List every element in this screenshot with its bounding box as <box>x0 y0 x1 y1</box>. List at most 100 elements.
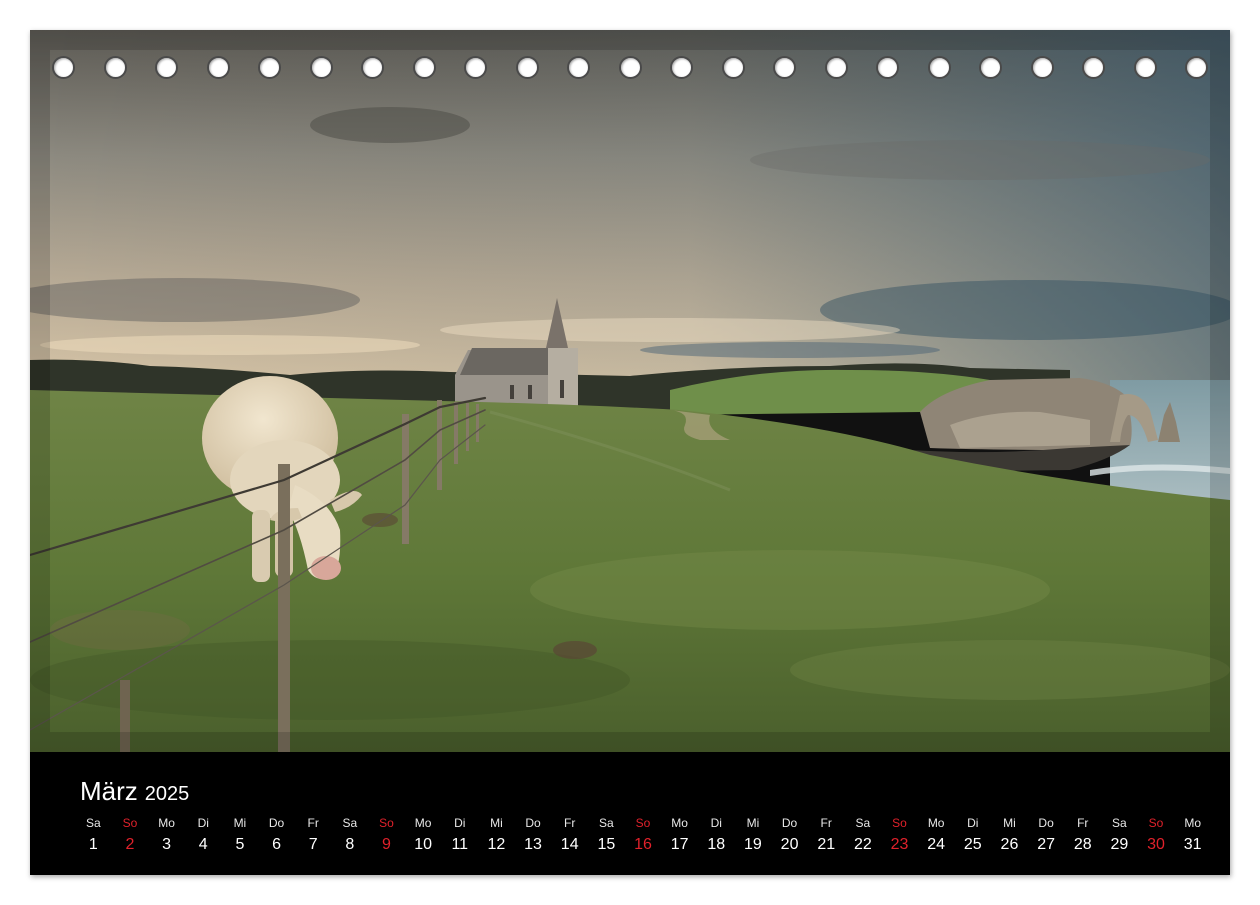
day-number: 25 <box>963 836 982 853</box>
binding-hole <box>309 55 333 79</box>
day-number: 20 <box>780 836 799 853</box>
day-cell: Do 20 <box>771 816 808 866</box>
weekday-label: Mi <box>233 816 247 830</box>
weekday-label: Mi <box>490 816 503 830</box>
binding-hole <box>721 55 745 79</box>
day-number: 23 <box>890 836 909 853</box>
month-title: März 2025 <box>80 776 189 810</box>
day-number: 16 <box>634 836 652 853</box>
day-cell: Di 25 <box>954 816 991 866</box>
day-grid: Sa 1 So 2 Mo 3 Di 4 Mi 5 Do 6 Fr 7 Sa 8 So 9 Mo 10 Di 11 Mi 12 D… <box>75 816 1211 866</box>
day-cell: Mi 26 <box>991 816 1028 866</box>
day-number: 27 <box>1037 836 1055 853</box>
day-cell: Mo 24 <box>918 816 955 866</box>
binding-hole <box>103 55 127 79</box>
binding-hole <box>1030 55 1054 79</box>
weekday-label: Mi <box>1003 816 1016 830</box>
day-cell-sunday: So 2 <box>112 816 149 866</box>
binding-hole <box>979 55 1002 79</box>
weekday-label: Sa <box>599 816 614 830</box>
weekday-label: Mo <box>671 816 688 830</box>
weekday-label: Di <box>967 816 979 830</box>
day-cell: Mi 5 <box>222 816 259 866</box>
binding-hole <box>1082 55 1105 79</box>
day-number: 14 <box>560 836 579 853</box>
weekday-label: Fr <box>1077 816 1089 830</box>
day-number: 8 <box>345 836 355 853</box>
calendar-page: März 2025 Sa 1 So 2 Mo 3 Di 4 Mi 5 Do 6 Fr 7 Sa 8 So 9 Mo 1… <box>30 30 1230 875</box>
day-cell-sunday: So 16 <box>625 816 662 866</box>
binding-hole <box>464 55 487 79</box>
day-cell: Mo 10 <box>405 816 442 866</box>
day-number: 10 <box>414 836 433 853</box>
binding-hole <box>361 55 384 79</box>
weekday-label: So <box>892 816 907 830</box>
weekday-label: Fr <box>564 816 576 830</box>
day-number: 18 <box>707 836 726 853</box>
day-cell: Sa 15 <box>588 816 625 866</box>
weekday-label: So <box>635 816 651 830</box>
day-cell: Mi 12 <box>478 816 515 866</box>
weekday-label: So <box>1148 816 1164 830</box>
day-cell: Sa 29 <box>1101 816 1138 866</box>
day-cell: Di 18 <box>698 816 735 866</box>
calendar-strip: März 2025 Sa 1 So 2 Mo 3 Di 4 Mi 5 Do 6 Fr 7 Sa 8 So 9 Mo 1… <box>30 752 1230 875</box>
binding-hole <box>206 55 230 79</box>
day-number: 3 <box>162 836 172 853</box>
day-number: 13 <box>524 836 542 853</box>
day-cell: Do 6 <box>258 816 295 866</box>
weekday-label: Mo <box>158 816 175 830</box>
day-number: 22 <box>853 836 872 853</box>
binding-holes <box>52 55 1208 79</box>
day-cell: Mo 31 <box>1174 816 1211 866</box>
weekday-label: Sa <box>85 816 101 830</box>
binding-hole <box>1185 55 1208 79</box>
day-number: 28 <box>1073 836 1092 853</box>
day-cell-sunday: So 30 <box>1138 816 1175 866</box>
weekday-label: Fr <box>307 816 319 830</box>
day-number: 19 <box>744 836 762 853</box>
day-number: 12 <box>487 836 506 853</box>
month-name: März <box>80 776 138 806</box>
binding-hole <box>927 55 951 79</box>
day-cell: Mo 17 <box>661 816 698 866</box>
day-cell: Fr 7 <box>295 816 332 866</box>
landscape-photo <box>30 30 1230 752</box>
day-cell: Do 27 <box>1028 816 1065 866</box>
day-number: 11 <box>451 836 469 853</box>
day-number: 15 <box>597 836 616 853</box>
binding-hole <box>1133 55 1157 79</box>
day-number: 5 <box>235 836 245 853</box>
day-cell: Fr 14 <box>551 816 588 866</box>
day-cell-sunday: So 23 <box>881 816 918 866</box>
weekday-label: So <box>122 816 138 830</box>
day-number: 26 <box>1000 836 1019 853</box>
binding-hole <box>670 55 693 79</box>
day-cell: Mi 19 <box>735 816 772 866</box>
binding-hole <box>412 55 436 79</box>
weekday-label: Di <box>197 816 209 830</box>
weekday-label: Sa <box>342 816 358 830</box>
weekday-label: Sa <box>1112 816 1127 830</box>
day-number: 7 <box>308 836 318 853</box>
day-number: 30 <box>1147 836 1165 853</box>
year: 2025 <box>144 783 190 805</box>
weekday-label: Di <box>710 816 722 830</box>
binding-hole <box>824 55 848 79</box>
binding-hole <box>876 55 899 79</box>
weekday-label: Di <box>454 816 466 830</box>
weekday-label: Do <box>525 816 541 830</box>
day-cell: Fr 21 <box>808 816 845 866</box>
day-cell: Di 11 <box>441 816 478 866</box>
day-number: 4 <box>198 836 208 853</box>
binding-hole <box>258 55 281 79</box>
weekday-label: Mi <box>746 816 760 830</box>
binding-hole <box>155 55 178 79</box>
day-number: 29 <box>1110 836 1129 853</box>
day-number: 24 <box>927 836 946 853</box>
weekday-label: Fr <box>820 816 832 830</box>
day-number: 21 <box>817 836 836 853</box>
day-cell: Sa 8 <box>332 816 369 866</box>
weekday-label: So <box>379 816 394 830</box>
weekday-label: Do <box>1038 816 1054 830</box>
